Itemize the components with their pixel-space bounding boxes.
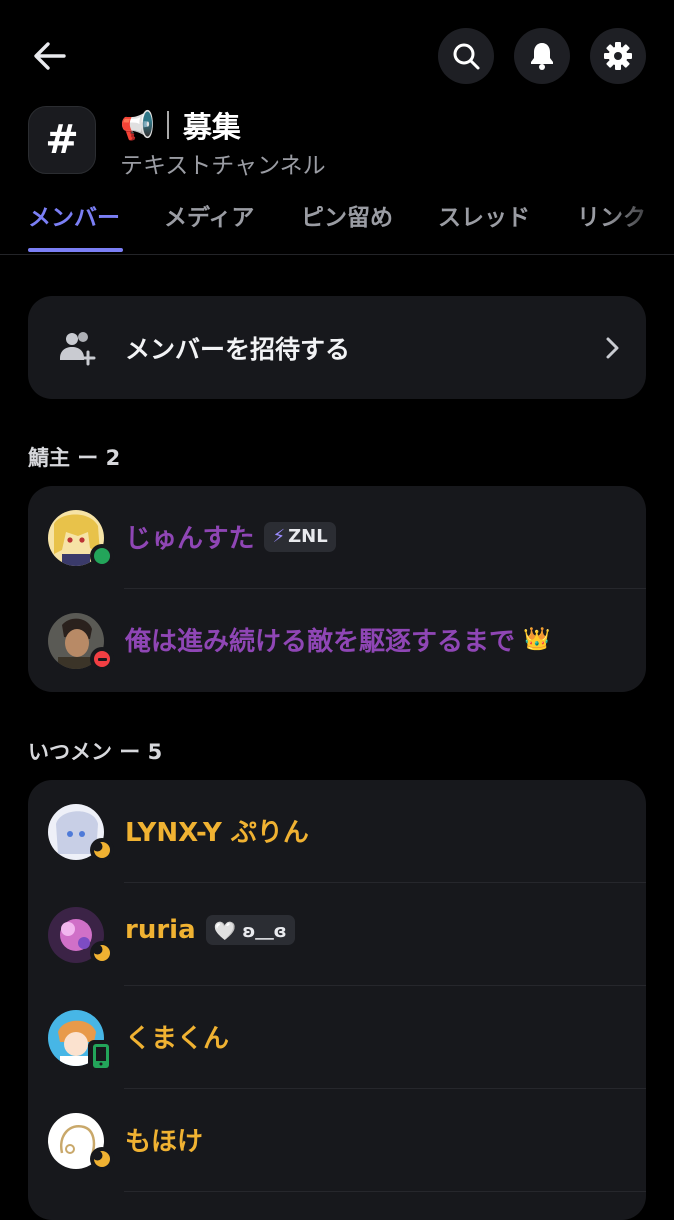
section-header-regulars: いつメン ー 5: [28, 740, 163, 764]
member-name: もほけ: [125, 1121, 203, 1158]
tab-fade: [604, 196, 674, 252]
server-tag-text: ZNL: [288, 526, 328, 547]
status-online-badge: [90, 544, 114, 568]
member-name-text: LYNX-Y ぷりん: [125, 818, 309, 848]
add-user-icon: [60, 332, 96, 366]
status-dnd-badge: [90, 647, 114, 671]
member-name-text: ruria: [125, 915, 196, 945]
search-icon: [453, 43, 480, 70]
member-list-regulars: LYNX-Y ぷりん ruria 🤍 ʚ＿ɞ くまくん もほけ: [28, 780, 646, 1220]
member-row[interactable]: もほけ: [28, 1089, 646, 1192]
member-list-owners: じゅんすた ⚡ ZNL 俺は進み続ける敵を駆逐するまで 👑: [28, 486, 646, 692]
member-name: 俺は進み続ける敵を駆逐するまで 👑: [125, 621, 550, 658]
member-name: LYNX-Y ぷりん: [125, 812, 309, 849]
member-name-text: くまくん: [125, 1024, 230, 1054]
settings-button[interactable]: [590, 28, 646, 84]
member-row[interactable]: LYNX-Y ぷりん: [28, 780, 646, 883]
channel-name: 募集: [182, 110, 241, 144]
crown-icon: 👑: [523, 627, 551, 652]
hashtag-icon: #: [45, 117, 79, 163]
status-idle-badge: [90, 1147, 114, 1171]
member-row[interactable]: ruria 🤍 ʚ＿ɞ: [28, 883, 646, 986]
tab-threads[interactable]: スレッド: [438, 198, 530, 232]
title-separator: [166, 111, 169, 139]
member-row[interactable]: じゅんすた ⚡ ZNL: [28, 486, 646, 589]
back-button[interactable]: [28, 34, 72, 78]
bell-icon: [531, 43, 553, 70]
member-name: くまくん: [125, 1018, 229, 1055]
member-name: ruria 🤍 ʚ＿ɞ: [125, 915, 295, 945]
chevron-right-icon: [606, 337, 619, 359]
lightning-icon: ⚡: [272, 526, 286, 547]
channel-subtitle: テキストチャンネル: [120, 153, 326, 179]
tab-pins[interactable]: ピン留め: [301, 198, 393, 232]
active-tab-indicator: [28, 248, 123, 252]
top-bar: [0, 0, 674, 100]
notifications-button[interactable]: [514, 28, 570, 84]
member-name-text: 俺は進み続ける敵を駆逐するまで: [125, 627, 516, 657]
row-divider: [124, 1191, 646, 1192]
gear-icon: [604, 42, 632, 70]
channel-title: 📢 募集: [120, 104, 241, 146]
arrow-left-icon: [34, 42, 66, 70]
section-header-owners: 鯖主 ー 2: [28, 446, 121, 470]
server-tag: ⚡ ZNL: [264, 521, 336, 552]
search-button[interactable]: [438, 28, 494, 84]
megaphone-icon: 📢: [120, 108, 155, 142]
tab-bar: メンバー メディア ピン留め スレッド リンク: [0, 196, 674, 255]
member-row[interactable]: 俺は進み続ける敵を駆逐するまで 👑: [28, 589, 646, 692]
member-name: じゅんすた ⚡ ZNL: [125, 518, 336, 555]
tab-members[interactable]: メンバー: [28, 198, 120, 232]
member-row[interactable]: くまくん: [28, 986, 646, 1089]
member-name-text: もほけ: [125, 1127, 204, 1157]
channel-icon: #: [28, 106, 96, 174]
status-idle-badge: [90, 838, 114, 862]
invite-members-button[interactable]: メンバーを招待する: [28, 296, 646, 399]
member-name-text: じゅんすた: [125, 524, 255, 554]
status-mobile-badge: [88, 1040, 114, 1072]
server-tag: 🤍 ʚ＿ɞ: [205, 915, 295, 945]
tab-media[interactable]: メディア: [164, 198, 254, 232]
status-idle-badge: [90, 941, 114, 965]
invite-label: メンバーを招待する: [125, 335, 351, 364]
